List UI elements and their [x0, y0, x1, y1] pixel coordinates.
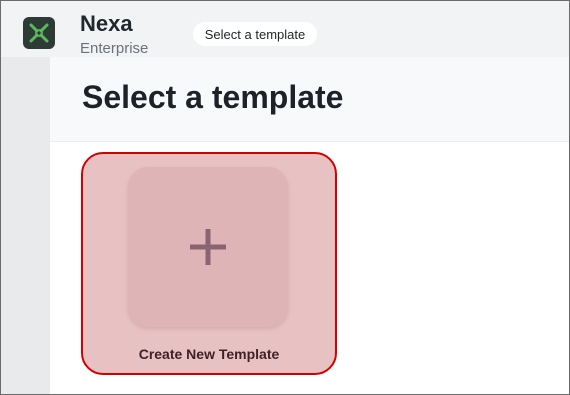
- plus-icon: [190, 229, 226, 265]
- template-card-label: Create New Template: [138, 346, 280, 362]
- logo-mark: [29, 23, 49, 43]
- app-name: Nexa: [80, 11, 133, 36]
- sidebar: [1, 57, 50, 394]
- app-edition: Enterprise: [80, 40, 149, 57]
- page-header: Select a template: [50, 57, 569, 142]
- app-window: Nexa Enterprise Select a template Select…: [0, 0, 570, 395]
- nexa-logo-icon[interactable]: [23, 17, 55, 49]
- top-bar: Nexa Enterprise Select a template: [1, 1, 569, 57]
- create-new-template-card[interactable]: Create New Template: [81, 152, 337, 375]
- page-title: Select a template: [82, 79, 344, 115]
- create-template-tile[interactable]: [128, 167, 288, 327]
- breadcrumb-current[interactable]: Select a template: [193, 22, 317, 46]
- main-content: Select a template Create New Template: [50, 57, 569, 394]
